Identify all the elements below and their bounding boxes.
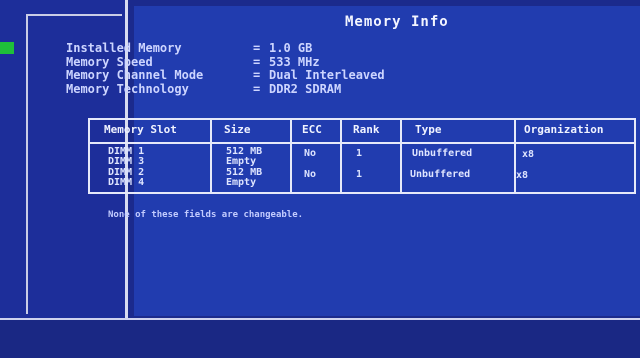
column-divider [514, 120, 516, 192]
info-value: Dual Interleaved [269, 68, 385, 82]
column-header-rank: Rank [353, 123, 380, 136]
cell-ecc: No [304, 148, 317, 159]
info-value: DDR2 SDRAM [269, 81, 342, 96]
column-header-size: Size [224, 123, 251, 136]
info-label: Memory Technology [66, 81, 189, 96]
info-label: Memory Speed [66, 54, 153, 69]
column-divider [340, 120, 342, 192]
cell-size: Empty [226, 177, 257, 188]
read-only-note: None of these fields are changeable. [108, 210, 304, 220]
info-label: Memory Channel Mode [66, 68, 204, 82]
column-divider [210, 120, 212, 192]
info-value: 1.0 GB [269, 41, 313, 55]
info-label: Installed Memory [66, 41, 182, 55]
cell-organization: x8 [516, 170, 529, 181]
cell-ecc: No [304, 169, 317, 180]
help-bar [0, 318, 640, 358]
equals-sign: = [253, 41, 261, 55]
cell-type: Unbuffered [412, 148, 473, 159]
info-value: 533 MHz [269, 54, 320, 69]
memory-slot-table: Memory Slot Size ECC Rank Type Organizat… [88, 118, 636, 194]
equals-sign: = [253, 81, 261, 96]
info-row-channel-mode: Memory Channel Mode = Dual Interleaved [66, 68, 385, 83]
column-header-ecc: ECC [302, 123, 322, 136]
sidebar-scroll-marker[interactable] [0, 42, 14, 54]
info-row-installed-memory: Installed Memory = 1.0 GB [66, 41, 385, 56]
page-title: Memory Info [345, 14, 449, 30]
column-header-slot: Memory Slot [104, 123, 177, 136]
column-header-type: Type [415, 123, 442, 136]
column-divider [400, 120, 402, 192]
column-divider [290, 120, 292, 192]
cell-type: Unbuffered [410, 169, 471, 180]
cell-size: Empty [226, 156, 257, 167]
info-row-memory-speed: Memory Speed = 533 MHz [66, 54, 385, 70]
info-row-memory-technology: Memory Technology = DDR2 SDRAM [66, 81, 385, 97]
cell-slot: DIMM 3 [108, 156, 145, 167]
memory-summary: Installed Memory = 1.0 GB Memory Speed = 533… [66, 41, 385, 97]
cell-organization: x8 [522, 149, 535, 160]
cell-slot: DIMM 4 [108, 177, 145, 188]
cell-rank: 1 [356, 169, 363, 180]
column-header-organization: Organization [524, 123, 604, 136]
equals-sign: = [253, 68, 261, 82]
cell-rank: 1 [356, 148, 363, 159]
equals-sign: = [253, 54, 261, 69]
